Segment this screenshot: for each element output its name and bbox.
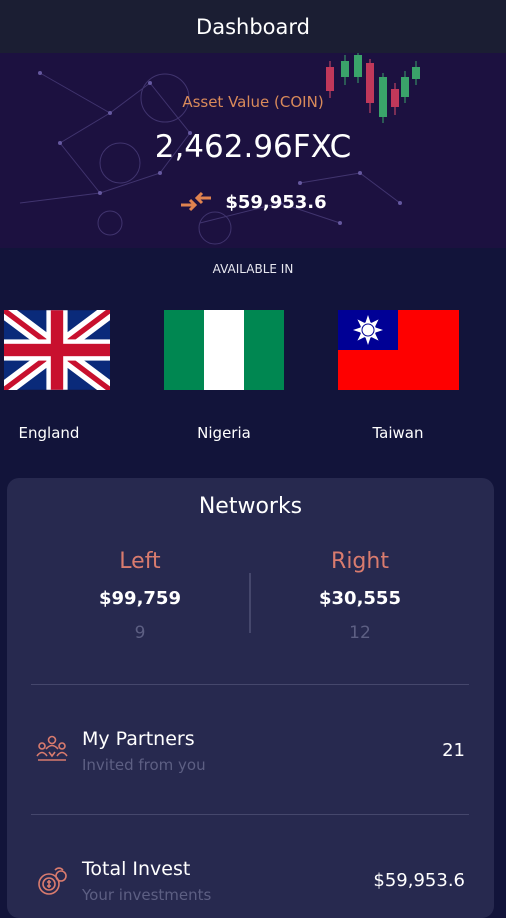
country-name-nigeria: Nigeria [197, 424, 251, 442]
invest-icon [38, 867, 67, 895]
partners-icon [36, 735, 68, 761]
network-left-count: 9 [134, 623, 146, 643]
asset-hero: Asset Value (COIN) 2,462.96FXC $59,953.6 [0, 53, 506, 248]
asset-value-amount: 2,462.96FXC [154, 129, 352, 165]
network-right-amount: $30,555 [319, 588, 401, 609]
total-invest-subtitle: Your investments [82, 886, 212, 904]
network-right-count: 12 [349, 623, 371, 643]
total-invest-value: $59,953.6 [373, 870, 465, 891]
networks-card: Networks Left $99,759 9 Right $30,555 12… [7, 478, 494, 918]
total-invest-title: Total Invest [82, 858, 191, 880]
section-divider [31, 814, 469, 815]
asset-value-label: Asset Value (COIN) [182, 93, 324, 111]
top-bar: Dashboard [0, 0, 506, 53]
country-name-taiwan: Taiwan [372, 424, 424, 442]
my-partners-value: 21 [442, 740, 465, 761]
country-name-england: England [18, 424, 80, 442]
usd-value: $59,953.6 [225, 191, 327, 213]
network-left-label: Left [119, 549, 161, 574]
my-partners-row[interactable]: My Partners Invited from you 21 [35, 728, 465, 784]
taiwan-flag-icon [338, 310, 459, 390]
my-partners-title: My Partners [82, 728, 195, 750]
nigeria-flag-icon [164, 310, 284, 390]
total-invest-row[interactable]: Total Invest Your investments $59,953.6 [35, 858, 465, 914]
usd-value-row: $59,953.6 [0, 191, 506, 213]
uk-flag-icon [4, 310, 110, 390]
my-partners-subtitle: Invited from you [82, 756, 206, 774]
network-right-label: Right [331, 549, 389, 574]
networks-title: Networks [198, 494, 303, 519]
network-left-amount: $99,759 [99, 588, 181, 609]
available-in-heading: AVAILABLE IN [212, 262, 294, 276]
page-title: Dashboard [196, 14, 310, 39]
exchange-arrows-icon [181, 191, 212, 212]
network-right-column[interactable]: Right $30,555 12 [245, 549, 475, 643]
section-divider [31, 684, 469, 685]
network-left-column[interactable]: Left $99,759 9 [25, 549, 255, 643]
candlestick-graphic [326, 53, 420, 123]
